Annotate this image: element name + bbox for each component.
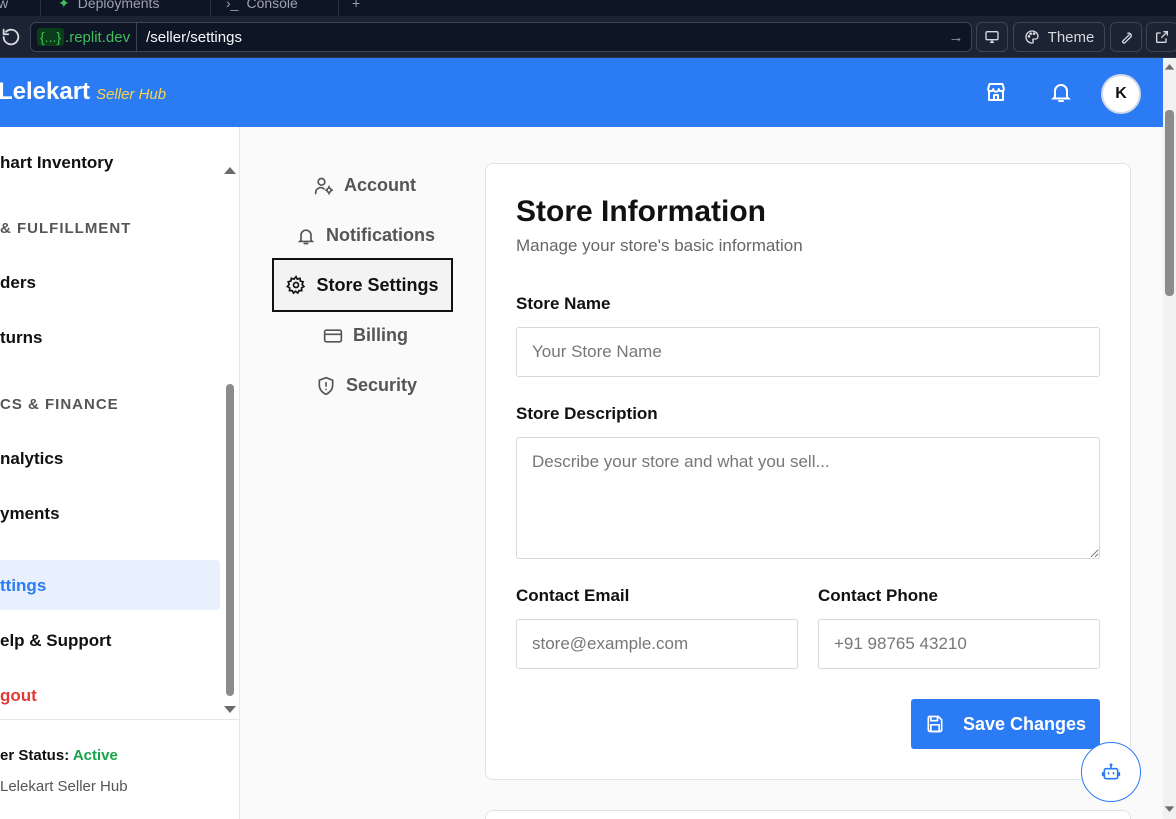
card-title: Store Information [516, 195, 767, 228]
brand-logo[interactable]: Lelekart Seller Hub [0, 78, 166, 106]
tab-divider [338, 0, 339, 16]
card-subtitle: Manage your store's basic information [516, 236, 803, 255]
sidebar-item-help[interactable]: elp & Support [0, 631, 111, 651]
sidebar: hart Inventory & FULFILLMENT ders turns … [0, 127, 240, 819]
sidebar-item-orders[interactable]: ders [0, 273, 36, 293]
contact-email-input[interactable] [516, 619, 798, 669]
settings-nav-billing[interactable]: Billing [323, 325, 408, 346]
store-icon[interactable] [984, 80, 1008, 104]
copyright-text: Lelekart Seller Hub [0, 778, 128, 795]
new-tab-button[interactable]: + [352, 0, 360, 15]
tab-label: Deployments [77, 0, 160, 11]
sidebar-divider [0, 719, 239, 720]
page-scrollbar-thumb[interactable] [1165, 110, 1174, 296]
page-scroll-up-icon[interactable] [1164, 62, 1175, 71]
tab-label: w [0, 0, 9, 11]
url-bar[interactable]: {...} .replit.dev /seller/settings → [30, 22, 972, 52]
brand-subtitle: Seller Hub [96, 86, 167, 103]
wrench-icon [1122, 32, 1132, 44]
browser-tab-deployments[interactable]: ✦ Deployments [58, 0, 159, 15]
external-link-icon [1156, 31, 1168, 43]
open-external-button[interactable] [1146, 22, 1176, 52]
chatbot-button[interactable] [1081, 742, 1141, 802]
url-path[interactable]: /seller/settings [137, 29, 941, 46]
credit-card-icon [323, 328, 343, 343]
plus-icon: + [352, 0, 361, 11]
address-bar-row: {...} .replit.dev /seller/settings → The… [0, 16, 1176, 58]
tab-divider [40, 0, 41, 16]
nav-label: Account [344, 175, 416, 195]
save-icon [927, 715, 943, 733]
tab-label: Console [246, 0, 298, 11]
app-header: Lelekart Seller Hub [0, 58, 1163, 127]
browser-tab-console[interactable]: ›_ Console [226, 0, 298, 15]
scroll-up-arrow-icon[interactable] [223, 165, 237, 175]
settings-nav-account[interactable]: Account [314, 175, 416, 196]
page-scroll-down-icon[interactable] [1164, 805, 1175, 814]
monitor-icon [985, 30, 999, 43]
sidebar-item-settings[interactable]: ttings [0, 576, 46, 596]
console-icon: ›_ [226, 0, 239, 11]
theme-label: Theme [1047, 28, 1095, 46]
palette-icon [1024, 30, 1039, 44]
bot-icon [1101, 763, 1121, 780]
seller-status: er Status: Active [0, 747, 118, 764]
sidebar-section-fulfillment: & FULFILLMENT [0, 220, 132, 237]
gear-icon [286, 275, 306, 295]
settings-nav-security[interactable]: Security [316, 375, 417, 396]
deployments-icon: ✦ [58, 0, 70, 11]
status-label: er Status: [0, 747, 70, 764]
sidebar-item-payments[interactable]: yments [0, 504, 60, 524]
save-changes-button[interactable]: Save Changes [911, 699, 1100, 749]
devices-button[interactable] [976, 22, 1008, 52]
nav-label: Billing [353, 325, 408, 345]
nav-label: Notifications [326, 225, 436, 245]
sidebar-item-returns[interactable]: turns [0, 328, 43, 348]
tab-divider [210, 0, 211, 16]
devtools-button[interactable] [1110, 22, 1142, 52]
settings-nav-notifications[interactable]: Notifications [296, 225, 435, 246]
theme-button[interactable]: Theme [1013, 22, 1105, 52]
bell-icon [297, 228, 315, 244]
user-avatar[interactable]: K [1101, 74, 1141, 114]
sidebar-scrollbar-thumb[interactable] [226, 384, 234, 696]
settings-nav-store-settings[interactable]: Store Settings [272, 258, 453, 312]
browser-tab[interactable]: w [0, 0, 8, 15]
sidebar-item-analytics[interactable]: nalytics [0, 449, 63, 469]
save-label: Save Changes [962, 713, 1087, 734]
url-host-prefix: {...} [37, 28, 65, 46]
arrow-right-icon[interactable]: → [941, 29, 971, 46]
status-badge: Active [72, 747, 118, 764]
contact-phone-label: Contact Phone [818, 586, 938, 605]
reload-icon[interactable] [0, 26, 22, 48]
sidebar-section-finance: CS & FINANCE [0, 396, 119, 413]
browser-tab-strip: w ✦ Deployments ›_ Console + [0, 0, 1176, 16]
sidebar-item-logout[interactable]: gout [0, 686, 37, 706]
user-cog-icon [314, 177, 334, 195]
nav-label: Store Settings [316, 274, 439, 295]
contact-phone-input[interactable] [818, 619, 1100, 669]
shield-alert-icon [318, 376, 334, 395]
store-name-label: Store Name [516, 294, 611, 313]
url-host: {...} .replit.dev [31, 23, 138, 51]
scroll-down-arrow-icon[interactable] [223, 705, 237, 715]
url-host-text: .replit.dev [65, 28, 131, 46]
store-name-input[interactable] [516, 327, 1100, 377]
bell-icon[interactable] [1049, 80, 1073, 104]
next-settings-card [485, 810, 1131, 819]
contact-email-label: Contact Email [516, 586, 630, 605]
brand-name: Lelekart [0, 78, 91, 105]
nav-label: Security [346, 375, 418, 395]
store-description-textarea[interactable] [516, 437, 1100, 559]
sidebar-item-inventory[interactable]: hart Inventory [0, 153, 113, 173]
store-description-label: Store Description [516, 404, 658, 423]
